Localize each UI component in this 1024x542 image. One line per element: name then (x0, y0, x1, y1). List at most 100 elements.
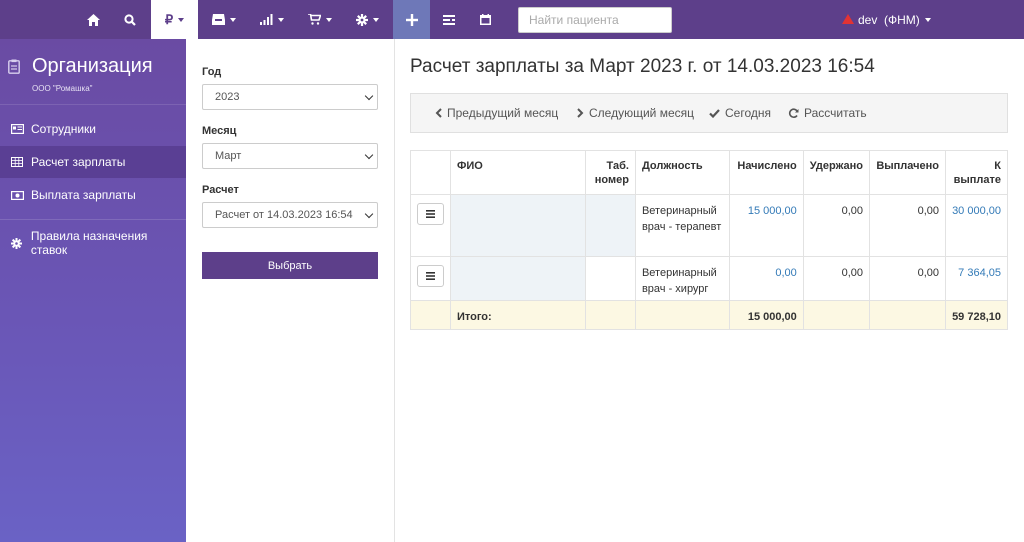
settings-menu[interactable] (344, 0, 391, 39)
payout-cell[interactable]: 7 364,05 (945, 256, 1008, 301)
payroll-table: ФИО Таб. номер Должность Начислено Удержа… (410, 150, 1008, 330)
reports-menu[interactable] (248, 0, 295, 39)
tab-number-cell (585, 256, 636, 301)
chevron-right-icon (577, 108, 584, 118)
prev-month-button[interactable]: Предыдущий месяц (435, 94, 558, 132)
accrued-cell[interactable]: 15 000,00 (728, 194, 804, 257)
gear-icon (356, 13, 368, 26)
fio-cell-redacted (449, 256, 587, 301)
shop-menu[interactable] (296, 0, 343, 39)
row-menu-button[interactable] (417, 265, 444, 287)
sidebar-item-rate-rules[interactable]: Правила назначения ставок (0, 227, 186, 259)
position-cell: Ветеринарный врач - хирург (634, 256, 730, 301)
id-card-icon (11, 124, 24, 134)
filter-panel: Год 2023 Месяц Март Расчет Расчет от 14.… (186, 39, 395, 542)
cart-icon (307, 14, 321, 25)
year-label: Год (202, 66, 222, 78)
sidebar-item-label: Расчет зарплаты (31, 155, 126, 169)
total-row: Итого: 15 000,00 59 728,10 (410, 300, 1008, 330)
money-icon (11, 190, 24, 200)
calc-value: Расчет от 14.03.2023 16:54 (215, 209, 353, 221)
sidebar-item-label: Правила назначения ставок (30, 229, 148, 257)
total-payout: 59 728,10 (945, 300, 1008, 330)
header-tab-number[interactable]: Таб. номер (585, 150, 636, 195)
withheld-cell: 0,00 (802, 256, 871, 301)
total-empty-cell (802, 300, 871, 330)
home-button[interactable] (76, 0, 110, 39)
chevron-down-icon (364, 209, 374, 219)
hamburger-icon (426, 272, 435, 280)
warning-icon (842, 13, 854, 24)
today-button[interactable]: Сегодня (709, 94, 771, 132)
accrued-cell[interactable]: 0,00 (728, 256, 804, 301)
search-button[interactable] (113, 0, 147, 39)
month-value: Март (215, 150, 242, 162)
payout-cell[interactable]: 30 000,00 (945, 194, 1008, 257)
year-value: 2023 (215, 91, 240, 103)
select-button[interactable]: Выбрать (202, 252, 378, 279)
tab-number-cell-redacted (585, 194, 636, 257)
header-paid[interactable]: Выплачено (869, 150, 946, 195)
sidebar-item-payroll-calc[interactable]: Расчет зарплаты (0, 146, 186, 178)
org-title: Организация (32, 55, 153, 77)
month-label: Месяц (202, 125, 237, 137)
header-withheld[interactable]: Удержано (802, 150, 871, 195)
calc-label: Расчет (202, 184, 239, 196)
sidebar-item-label: Выплата зарплаты (31, 188, 136, 202)
header-accrued[interactable]: Начислено (728, 150, 804, 195)
year-select[interactable]: 2023 (202, 84, 378, 110)
recalculate-button[interactable]: Рассчитать (788, 94, 867, 132)
hamburger-icon (426, 210, 435, 218)
table-icon (11, 157, 23, 167)
table-row: Ветеринарный врач - хирург 0,00 0,00 0,00… (410, 256, 1008, 301)
user-menu[interactable]: dev (ФНМ) (842, 0, 931, 39)
sidebar-divider (0, 219, 186, 220)
sidebar: Организация ООО "Ромашка" Сотрудники Рас… (0, 39, 186, 542)
inbox-menu[interactable] (200, 0, 247, 39)
chevron-down-icon (364, 91, 374, 101)
calc-select[interactable]: Расчет от 14.03.2023 16:54 (202, 202, 378, 228)
row-menu-button[interactable] (417, 203, 444, 225)
chevron-left-icon (435, 108, 442, 118)
sidebar-item-employees[interactable]: Сотрудники (0, 113, 186, 145)
position-cell: Ветеринарный врач - терапевт (634, 194, 730, 257)
header-fio[interactable]: ФИО (449, 150, 587, 195)
month-select[interactable]: Март (202, 143, 378, 169)
total-accrued: 15 000,00 (728, 300, 804, 330)
row-actions-cell (410, 194, 451, 257)
plus-icon (405, 13, 418, 26)
table-row: Ветеринарный врач - терапевт 15 000,00 0,… (410, 194, 1008, 257)
signal-bars-icon (259, 14, 272, 25)
finance-menu[interactable]: ₽ (151, 0, 198, 39)
table-header-row: ФИО Таб. номер Должность Начислено Удержа… (410, 150, 1008, 195)
total-empty-cell (585, 300, 636, 330)
org-header: Организация ООО "Ромашка" (0, 39, 186, 105)
add-button[interactable] (393, 0, 430, 39)
org-subtitle: ООО "Ромашка" (32, 84, 93, 93)
paid-cell: 0,00 (869, 256, 946, 301)
total-label: Итого: (449, 300, 587, 330)
user-label: dev (ФНМ) (858, 12, 920, 27)
paid-cell: 0,00 (869, 194, 946, 257)
chevron-down-icon (364, 150, 374, 160)
header-position[interactable]: Должность (634, 150, 730, 195)
ruble-icon: ₽ (164, 11, 174, 27)
fio-cell-redacted (449, 194, 587, 257)
chevron-down-icon (924, 17, 931, 22)
header-actions (410, 150, 451, 195)
refresh-icon (788, 107, 799, 118)
header-payout[interactable]: Квыплате (945, 150, 1008, 195)
sidebar-item-label: Сотрудники (31, 122, 96, 136)
page-title: Расчет зарплаты за Март 2023 г. от 14.03… (410, 56, 875, 77)
calendar-icon (479, 14, 491, 25)
today-label: Сегодня (725, 106, 771, 120)
patient-search-input[interactable] (518, 7, 672, 33)
sidebar-item-payroll-payment[interactable]: Выплата зарплаты (0, 179, 186, 211)
total-empty-cell (410, 300, 451, 330)
check-icon (709, 108, 720, 118)
next-month-button[interactable]: Следующий месяц (577, 94, 694, 132)
total-empty-cell (869, 300, 946, 330)
row-actions-cell (410, 256, 451, 301)
calendar-button[interactable] (468, 0, 502, 39)
cash-register-button[interactable] (432, 0, 466, 39)
